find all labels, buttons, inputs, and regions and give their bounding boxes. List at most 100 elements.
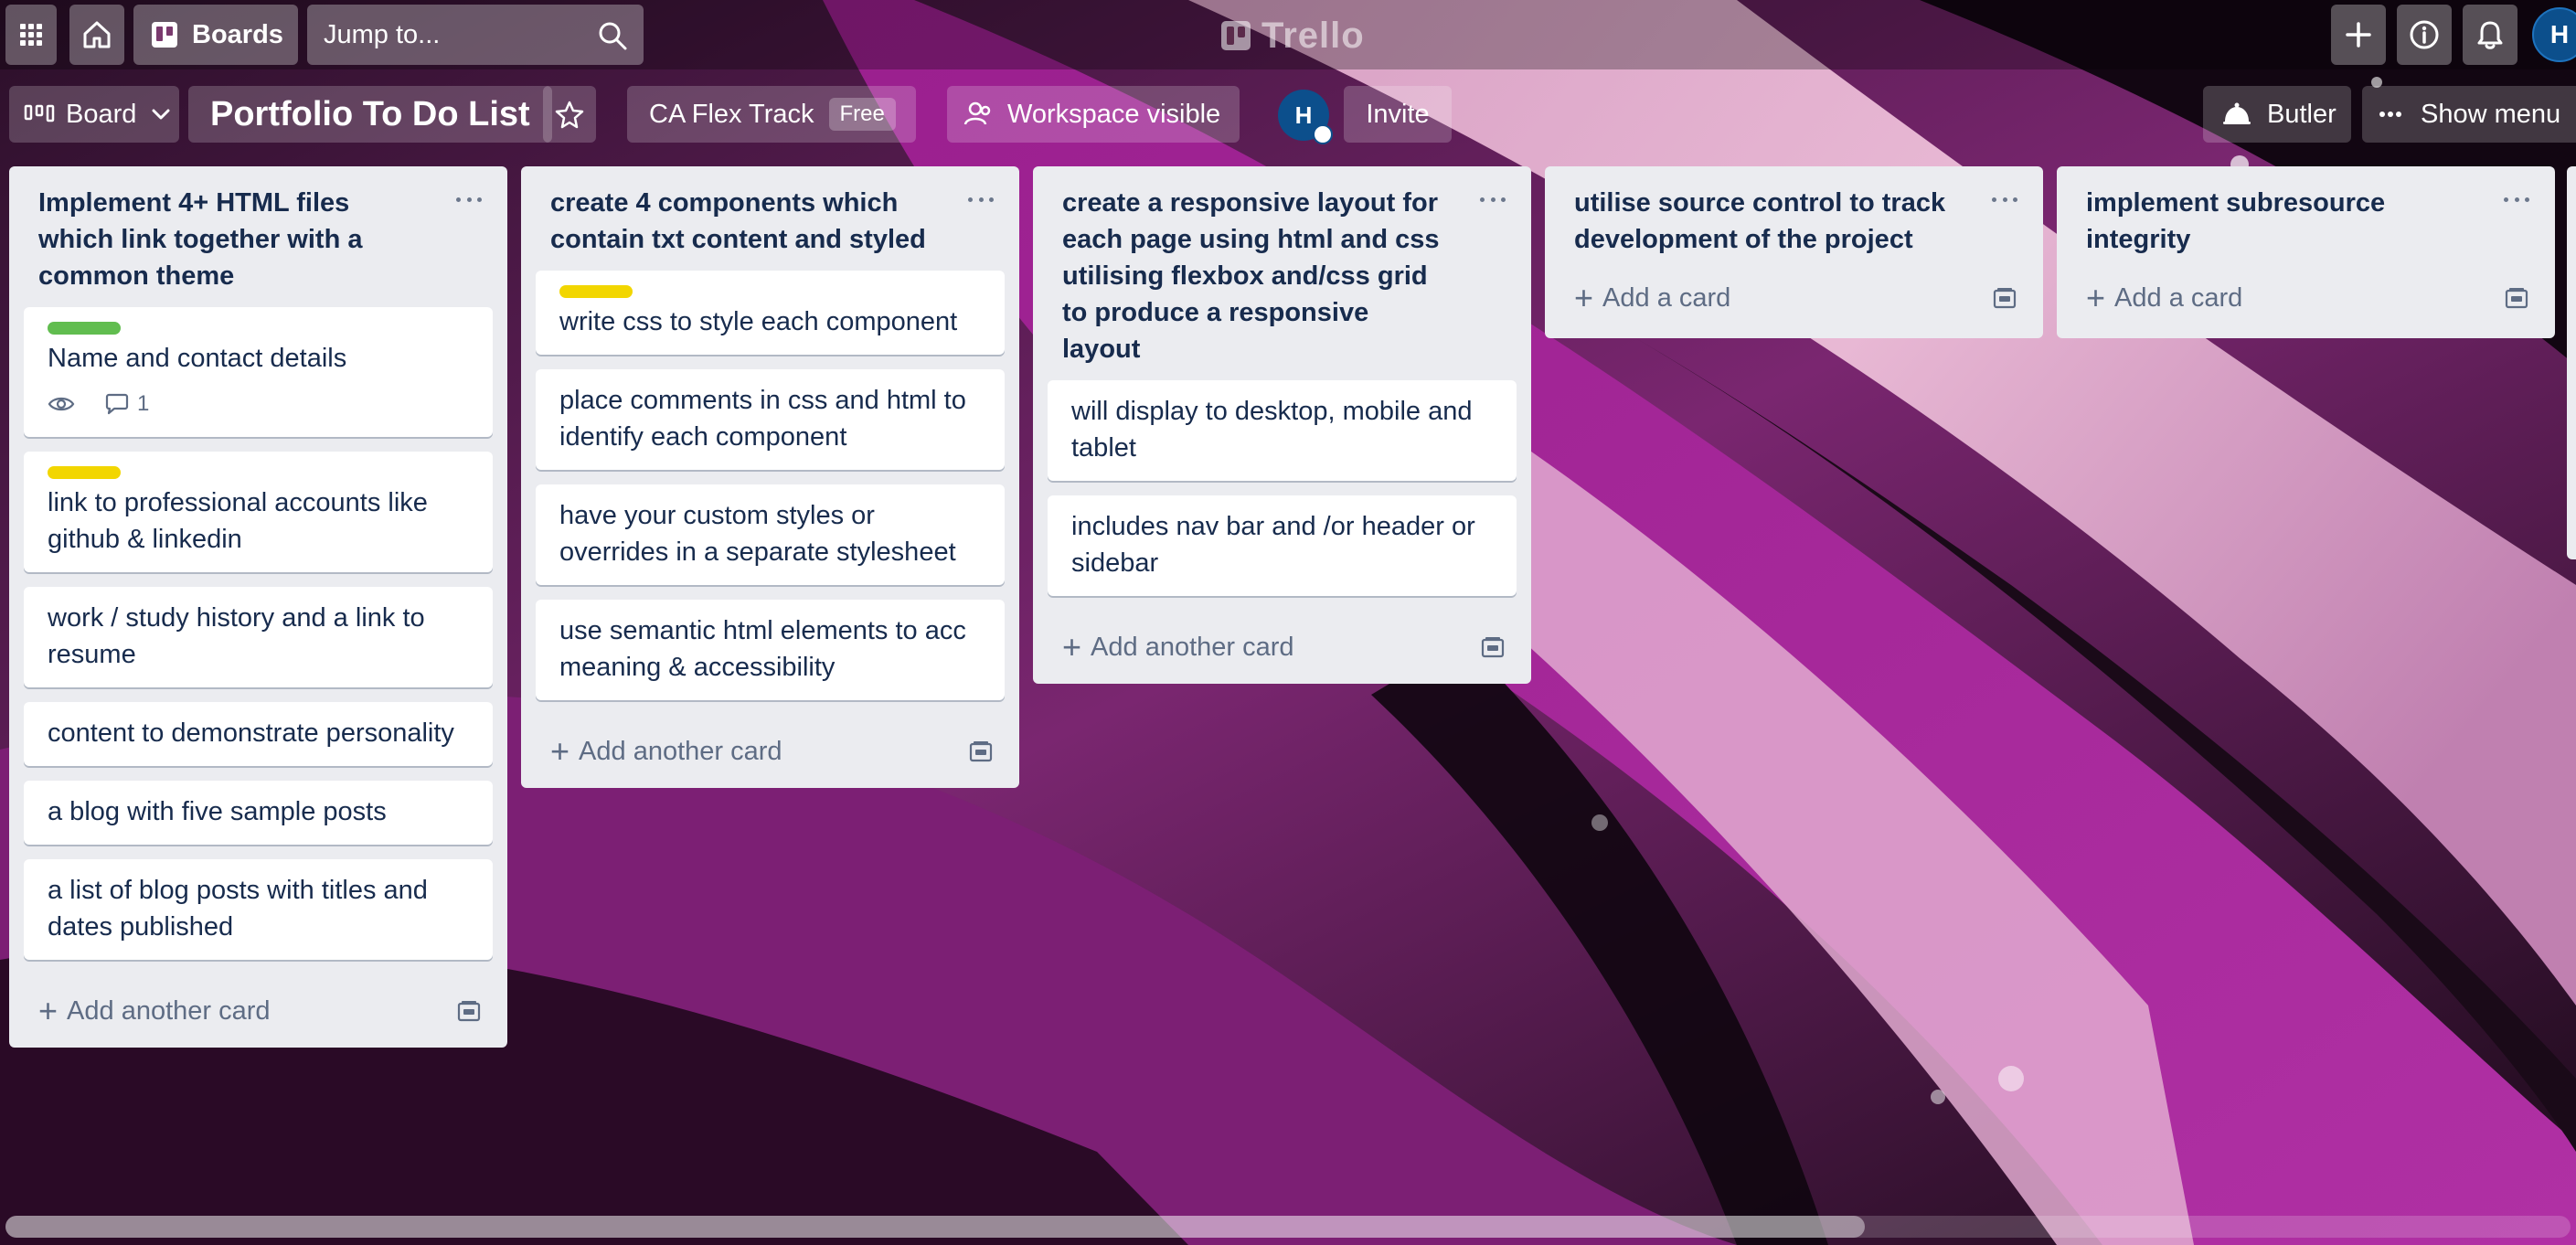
star-button[interactable] xyxy=(543,86,596,143)
scrollbar-thumb[interactable] xyxy=(5,1216,1865,1238)
card[interactable]: a blog with five sample posts xyxy=(24,781,493,845)
card[interactable]: write css to style each component xyxy=(536,271,1005,355)
list: Implement 4+ HTML files which link toget… xyxy=(9,166,507,1048)
workspace-name: CA Flex Track xyxy=(649,99,814,129)
card[interactable]: Name and contact details 1 xyxy=(24,307,493,437)
list-menu-button[interactable] xyxy=(2498,186,2535,212)
show-menu-button[interactable]: Show menu xyxy=(2362,86,2576,143)
card[interactable]: a list of blog posts with titles and dat… xyxy=(24,859,493,960)
plus-icon: + xyxy=(1574,279,1594,316)
add-card-button[interactable]: + Add another card xyxy=(9,974,507,1048)
list-menu-button[interactable] xyxy=(1474,186,1511,212)
card-template-icon[interactable] xyxy=(456,998,482,1024)
board-view-icon xyxy=(24,104,55,122)
list-header[interactable]: create a responsive layout for each page… xyxy=(1033,166,1531,367)
card-badges: 1 xyxy=(48,386,471,422)
grid-icon xyxy=(20,24,42,46)
visibility-button[interactable]: Workspace visible xyxy=(947,86,1240,143)
card[interactable]: includes nav bar and /or header or sideb… xyxy=(1048,495,1517,596)
plus-icon: + xyxy=(550,732,570,770)
home-icon xyxy=(83,21,111,48)
card[interactable]: have your custom styles or overrides in … xyxy=(536,484,1005,585)
card-title: use semantic html elements to acc meanin… xyxy=(559,616,966,682)
list-menu-button[interactable] xyxy=(963,186,999,212)
list-title[interactable]: Implement 4+ HTML files which link toget… xyxy=(38,185,425,294)
board-view-switcher[interactable]: Board xyxy=(9,86,179,143)
list-menu-button[interactable] xyxy=(451,186,487,212)
butler-button[interactable]: Butler xyxy=(2203,86,2351,143)
list-header[interactable]: utilise source control to track developm… xyxy=(1545,166,2043,258)
list: create 4 components which contain txt co… xyxy=(521,166,1019,788)
search-icon xyxy=(599,22,627,50)
card[interactable]: will display to desktop, mobile and tabl… xyxy=(1048,380,1517,481)
card[interactable]: work / study history and a link to resum… xyxy=(24,587,493,687)
add-card-button[interactable]: + Add a card xyxy=(1545,258,2043,338)
invite-button[interactable]: Invite xyxy=(1344,86,1452,143)
search-input[interactable]: Jump to... xyxy=(307,5,644,65)
app-switcher-button[interactable] xyxy=(5,5,57,65)
plan-badge: Free xyxy=(828,98,896,131)
info-button[interactable] xyxy=(2397,5,2452,65)
chevron-down-icon xyxy=(152,109,170,120)
boards-button[interactable]: Boards xyxy=(133,5,298,65)
card[interactable]: content to demonstrate personality xyxy=(24,702,493,766)
visibility-label: Workspace visible xyxy=(1007,99,1221,129)
card-title: Name and contact details xyxy=(48,344,347,373)
card[interactable]: link to professional accounts like githu… xyxy=(24,452,493,572)
add-card-label: Add another card xyxy=(579,736,782,766)
card-template-icon[interactable] xyxy=(1480,634,1506,660)
card-title: a list of blog posts with titles and dat… xyxy=(48,876,428,942)
list-header[interactable]: create 4 components which contain txt co… xyxy=(521,166,1019,258)
add-card-button[interactable]: + Add a card xyxy=(2057,258,2555,338)
list-title[interactable]: create a responsive layout for each page… xyxy=(1062,185,1449,367)
add-card-label: Add a card xyxy=(1602,282,1731,313)
home-button[interactable] xyxy=(69,5,124,65)
card-template-icon[interactable] xyxy=(968,739,994,764)
boards-label: Boards xyxy=(192,19,283,49)
admin-badge-icon xyxy=(1313,124,1333,144)
list: implement subresource integrity + Add a … xyxy=(2057,166,2555,338)
watching-badge xyxy=(48,395,82,413)
list-menu-button[interactable] xyxy=(1986,186,2023,212)
comment-count: 1 xyxy=(137,391,150,416)
notifications-button[interactable] xyxy=(2463,5,2517,65)
trello-logo[interactable]: Trello xyxy=(1221,13,1365,59)
workspace-button[interactable]: CA Flex Track Free xyxy=(627,86,916,143)
add-card-button[interactable]: + Add another card xyxy=(521,715,1019,788)
create-button[interactable] xyxy=(2331,5,2386,65)
list-title[interactable]: utilise source control to track developm… xyxy=(1574,185,1961,258)
card-title: content to demonstrate personality xyxy=(48,718,454,748)
add-card-label: Add another card xyxy=(1091,632,1294,662)
card[interactable]: place comments in css and html to identi… xyxy=(536,369,1005,470)
add-list-column[interactable] xyxy=(2567,166,2576,559)
bell-icon xyxy=(2477,21,2503,49)
butler-bell-icon xyxy=(2223,102,2251,124)
yellow-label[interactable] xyxy=(559,285,633,298)
invite-label: Invite xyxy=(1366,99,1430,129)
list-title[interactable]: implement subresource integrity xyxy=(2086,185,2473,258)
card-title: have your custom styles or overrides in … xyxy=(559,501,956,567)
list-title[interactable]: create 4 components which contain txt co… xyxy=(550,185,937,258)
eye-icon xyxy=(48,397,75,411)
add-card-button[interactable]: + Add another card xyxy=(1033,611,1531,684)
horizontal-scrollbar[interactable] xyxy=(5,1216,2571,1238)
comments-badge: 1 xyxy=(104,386,149,422)
card-list: Name and contact details 1 link to profe… xyxy=(9,294,507,960)
board-title[interactable]: Portfolio To Do List xyxy=(188,86,552,143)
card-template-icon[interactable] xyxy=(2504,285,2529,311)
star-icon xyxy=(555,101,584,129)
green-label[interactable] xyxy=(48,322,121,335)
list: create a responsive layout for each page… xyxy=(1033,166,1531,684)
user-avatar[interactable]: H xyxy=(2532,7,2576,62)
trello-logo-text: Trello xyxy=(1261,15,1365,56)
member-avatar[interactable]: H xyxy=(1278,90,1333,144)
card[interactable]: use semantic html elements to acc meanin… xyxy=(536,600,1005,700)
card-title: includes nav bar and /or header or sideb… xyxy=(1071,512,1475,578)
card-title: write css to style each component xyxy=(559,307,958,336)
list-header[interactable]: implement subresource integrity xyxy=(2057,166,2555,258)
add-card-label: Add a card xyxy=(2114,282,2243,313)
card-template-icon[interactable] xyxy=(1992,285,2017,311)
yellow-label[interactable] xyxy=(48,466,121,479)
people-icon xyxy=(963,101,991,125)
list-header[interactable]: Implement 4+ HTML files which link toget… xyxy=(9,166,507,294)
